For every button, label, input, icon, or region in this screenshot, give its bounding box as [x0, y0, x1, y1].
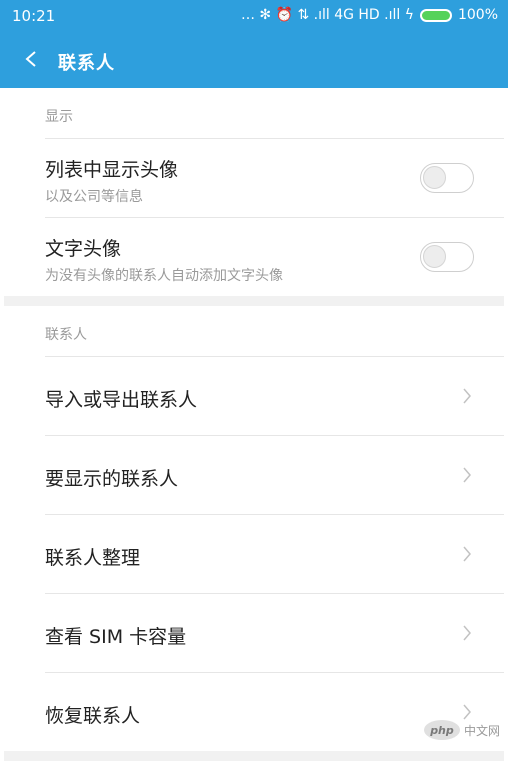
chevron-right-icon — [463, 388, 471, 404]
list-item-contacts-to-display[interactable]: 要显示的联系人 — [4, 436, 504, 514]
battery-percent: 100% — [457, 7, 498, 23]
settings-list: 显示 列表中显示头像 以及公司等信息 文字头像 为没有头像的联系人自动添加文字头… — [4, 88, 504, 761]
back-chevron-icon[interactable] — [24, 50, 38, 68]
section-header-label: 显示 — [45, 109, 73, 125]
chevron-right-icon — [463, 625, 471, 641]
section-header-display: 显示 — [4, 88, 504, 138]
section-header-label: 联系人 — [45, 327, 87, 343]
status-icons: … ✻ ⏰ ⇅ .ıll 4G HD .ıll ϟ — [240, 7, 414, 23]
setting-subtitle: 以及公司等信息 — [45, 189, 143, 205]
section-header-contacts: 联系人 — [4, 306, 504, 356]
setting-subtitle: 为没有头像的联系人自动添加文字头像 — [45, 268, 283, 284]
list-item-label: 恢复联系人 — [45, 705, 141, 727]
status-time: 10:21 — [12, 7, 56, 25]
battery-icon — [419, 8, 452, 22]
list-item-label: 查看 SIM 卡容量 — [45, 626, 187, 648]
list-item-label: 联系人整理 — [45, 547, 141, 569]
status-bar: 10:21 … ✻ ⏰ ⇅ .ıll 4G HD .ıll ϟ 100% — [0, 0, 508, 32]
list-item-organize-contacts[interactable]: 联系人整理 — [4, 515, 504, 593]
chevron-right-icon — [463, 704, 471, 720]
watermark-label: 中文网 — [463, 723, 500, 738]
toggle-knob — [423, 245, 446, 268]
setting-title: 文字头像 — [45, 238, 122, 260]
watermark: php 中文网 — [423, 720, 500, 740]
list-item-sim-capacity[interactable]: 查看 SIM 卡容量 — [4, 594, 504, 672]
toggle-knob — [423, 166, 446, 189]
app-bar: 联系人 — [0, 32, 508, 88]
list-item-label: 要显示的联系人 — [45, 468, 179, 490]
list-item-import-export[interactable]: 导入或导出联系人 — [4, 357, 504, 435]
status-indicators: … ✻ ⏰ ⇅ .ıll 4G HD .ıll ϟ 100% — [241, 7, 498, 23]
section-gap — [4, 296, 504, 306]
setting-row-show-avatar[interactable]: 列表中显示头像 以及公司等信息 — [4, 139, 504, 217]
chevron-right-icon — [463, 546, 471, 562]
text-avatar-toggle[interactable] — [420, 242, 474, 272]
show-avatar-toggle[interactable] — [420, 163, 474, 193]
chevron-right-icon — [463, 467, 471, 483]
setting-title: 列表中显示头像 — [45, 159, 179, 181]
setting-row-text-avatar[interactable]: 文字头像 为没有头像的联系人自动添加文字头像 — [4, 218, 504, 296]
page-title: 联系人 — [58, 53, 115, 74]
list-item-label: 导入或导出联系人 — [45, 389, 198, 411]
php-logo-icon: php — [423, 720, 460, 740]
